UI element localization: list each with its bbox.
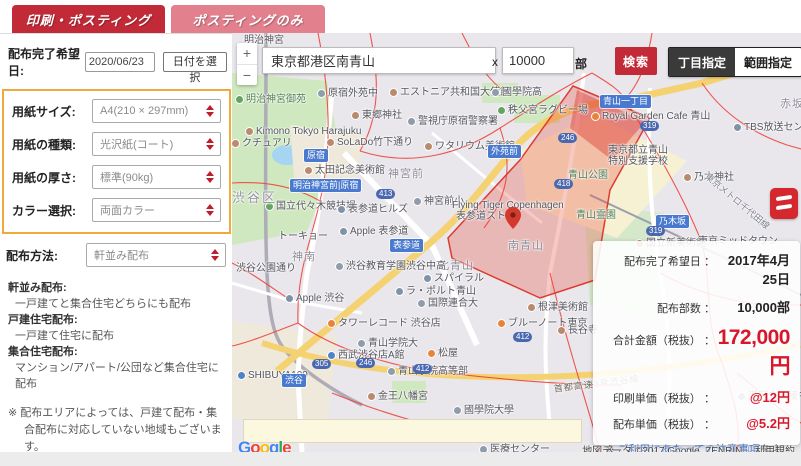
estimate-value: 10,000部 — [715, 297, 790, 316]
select-field-3[interactable]: 両面カラー — [92, 198, 221, 222]
field-row: 用紙の厚さ: 標準(90kg) — [12, 165, 221, 189]
estimate-value: 2017年4月25日 — [715, 250, 790, 288]
estimate-label: 配布単価（税抜） ： — [603, 416, 715, 432]
field-label: カラー選択: — [12, 202, 92, 219]
feedback-widget-icon[interactable] — [770, 188, 798, 219]
estimate-row: 配布部数 ：10,000部 — [593, 297, 800, 316]
times-label: x — [492, 55, 498, 69]
estimate-label: 配布部数 ： — [603, 300, 715, 316]
estimate-value: 172,000円 — [715, 326, 790, 380]
select-value: 両面カラー — [100, 202, 155, 218]
field-row: カラー選択: 両面カラー — [12, 198, 221, 222]
zoom-out-button[interactable]: − — [237, 65, 257, 86]
map-zoom-control: + − — [237, 43, 257, 85]
distribution-definitions: 軒並み配布:一戸建てと集合住宅どちらにも配布戸建住宅配布:一戸建て住宅に配布集合… — [8, 281, 224, 393]
definition-desc: マンション/アパート/公団など集合住宅に配布 — [8, 361, 224, 393]
date-label: 配布完了希望日: — [8, 45, 82, 79]
map-pin — [505, 207, 521, 229]
estimate-panel: 配布完了希望日 ：2017年4月25日配布部数 ：10,000部合計金額（税抜）… — [593, 241, 800, 445]
definition-term: 軒並み配布: — [8, 281, 224, 297]
range-select-button[interactable]: 範囲指定 — [735, 48, 801, 76]
estimate-value: @12円 — [715, 387, 790, 406]
paper-options-group: 用紙サイズ: A4(210 × 297mm) 用紙の種類: 光沢紙(コート) 用紙の厚さ… — [2, 89, 231, 234]
estimate-row: 印刷単価（税抜） ：@12円 — [593, 387, 800, 406]
select-value: 光沢紙(コート) — [100, 136, 173, 152]
estimate-label: 印刷単価（税抜） ： — [603, 390, 715, 406]
date-input[interactable] — [85, 52, 155, 72]
chome-select-button[interactable]: 丁目指定 — [669, 48, 735, 76]
select-value: A4(210 × 297mm) — [100, 105, 188, 117]
field-label: 用紙の厚さ: — [12, 169, 92, 186]
definition-term: 集合住宅配布: — [8, 345, 224, 361]
select-field-4[interactable]: 軒並み配布 — [86, 243, 226, 267]
estimate-label: 配布完了希望日 ： — [603, 253, 715, 269]
field-row: 配布方法: 軒並み配布 — [6, 243, 226, 267]
unit-label: 部 — [575, 55, 587, 72]
select-field-0[interactable]: A4(210 × 297mm) — [92, 99, 221, 123]
area-mode-toggle: 丁目指定 範囲指定 — [668, 47, 801, 77]
pick-date-button[interactable]: 日付を選択 — [163, 52, 227, 72]
tab-posting-only[interactable]: ポスティングのみ — [171, 5, 325, 33]
select-spinner-icon — [211, 249, 219, 261]
select-field-2[interactable]: 標準(90kg) — [92, 165, 221, 189]
quantity-input[interactable] — [502, 47, 574, 74]
estimate-row: 配布完了希望日 ：2017年4月25日 — [593, 250, 800, 288]
method-row-slot: 配布方法: 軒並み配布 — [0, 243, 232, 267]
estimate-row: 合計金額（税抜） ：172,000円 — [593, 326, 800, 380]
date-field-row: 配布完了希望日: 日付を選択 — [8, 45, 227, 79]
zoom-in-button[interactable]: + — [237, 43, 257, 65]
estimate-value: @5.2円 — [715, 413, 790, 432]
field-row: 用紙サイズ: A4(210 × 297mm) — [12, 99, 221, 123]
select-field-1[interactable]: 光沢紙(コート) — [92, 132, 221, 156]
definition-term: 戸建住宅配布: — [8, 313, 224, 329]
definition-desc: 一戸建てと集合住宅どちらにも配布 — [8, 297, 224, 313]
tab-print-posting[interactable]: 印刷・ポスティング — [12, 5, 165, 33]
footer-strip — [0, 452, 801, 466]
estimate-rows: 配布完了希望日 ：2017年4月25日配布部数 ：10,000部合計金額（税抜）… — [593, 250, 800, 432]
field-label: 用紙の種類: — [12, 136, 92, 153]
field-label: 用紙サイズ: — [12, 103, 92, 120]
field-row: 用紙の種類: 光沢紙(コート) — [12, 132, 221, 156]
estimate-row: 配布単価（税抜） ：@5.2円 — [593, 413, 800, 432]
select-value: 軒並み配布 — [94, 247, 149, 263]
definition-desc: 一戸建て住宅に配布 — [8, 329, 224, 345]
map-info-bar — [243, 419, 582, 443]
order-form-sidebar: 配布完了希望日: 日付を選択 用紙サイズ: A4(210 × 297mm) 用紙の種… — [0, 33, 232, 453]
select-value: 標準(90kg) — [100, 169, 153, 185]
page: 印刷・ポスティング ポスティングのみ 配布完了希望日: 日付を選択 用紙サイズ:… — [0, 0, 801, 466]
estimate-label: 合計金額（税抜） ： — [603, 332, 715, 348]
search-button[interactable]: 検索 — [615, 47, 657, 75]
select-spinner-icon — [206, 138, 214, 150]
address-input[interactable] — [262, 47, 496, 74]
select-spinner-icon — [206, 105, 214, 117]
select-spinner-icon — [206, 171, 214, 183]
area-note: ※ 配布エリアによっては、戸建て配布・集合配布に対応していない地域もございます。 — [8, 405, 224, 456]
select-spinner-icon — [206, 204, 214, 216]
field-label: 配布方法: — [6, 247, 86, 264]
